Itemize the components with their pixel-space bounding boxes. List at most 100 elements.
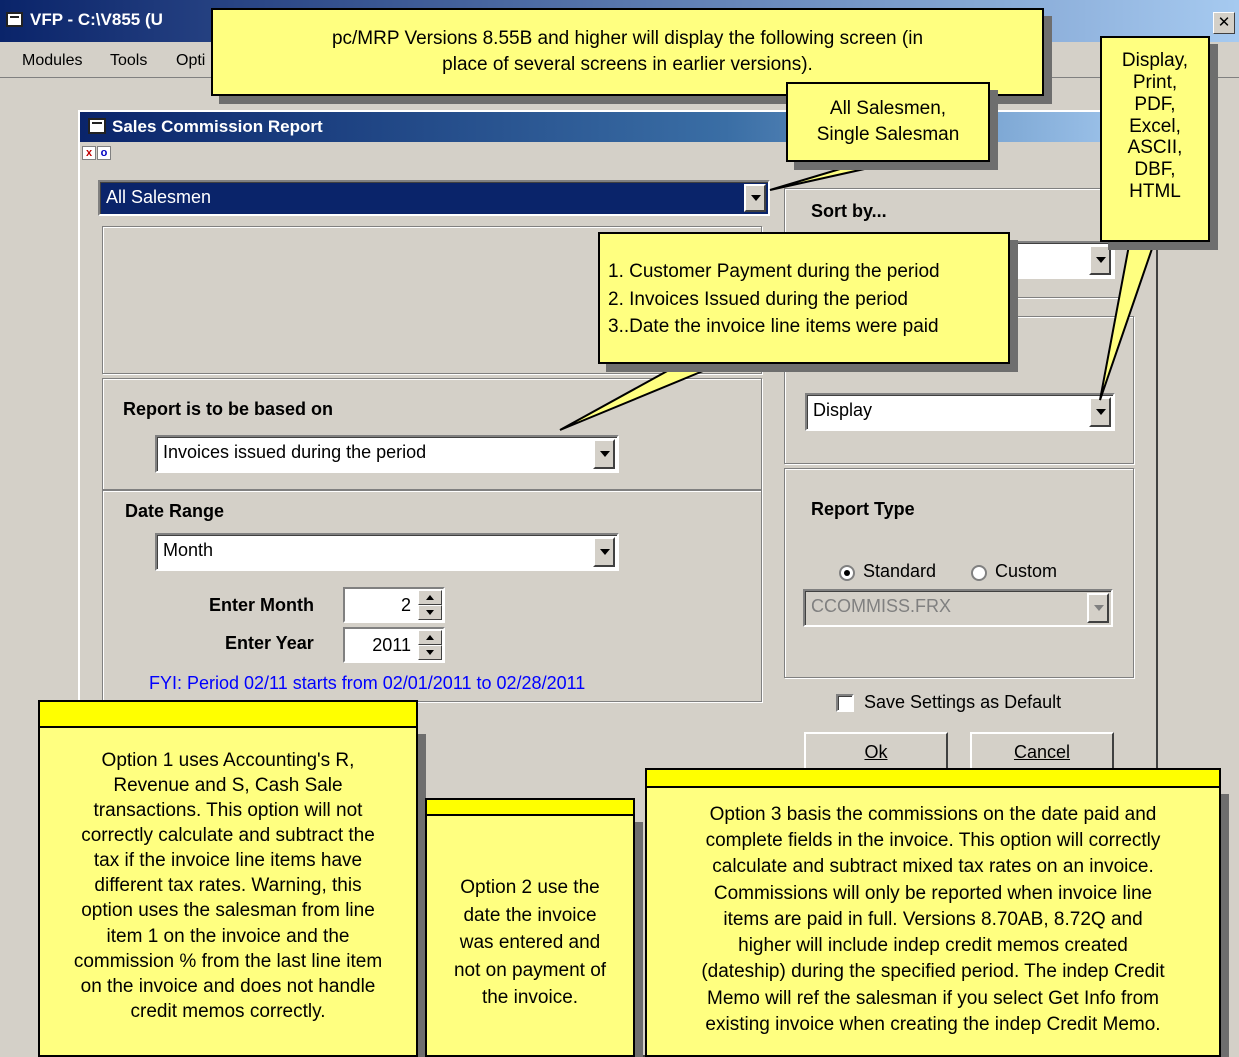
basis-callout-line3: 3..Date the invoice line items were paid [608, 316, 939, 338]
based-on-label: Report is to be based on [123, 399, 334, 419]
based-on-select-value: Invoices issued during the period [163, 442, 427, 462]
option2-callout: Option 2 use the date the invoice was en… [425, 814, 635, 1057]
month-value: 2 [400, 595, 411, 615]
option2-line: date the invoice [463, 904, 597, 926]
ok-button-label: Ok [864, 742, 888, 762]
date-range-select[interactable]: Month [155, 533, 619, 571]
chevron-down-icon[interactable] [1089, 397, 1111, 427]
output-select-value: Display [813, 400, 873, 420]
salesman-select-value: All Salesmen [106, 187, 212, 207]
output-option-display: Display, [1121, 50, 1189, 71]
custom-label[interactable]: Custom [995, 561, 1057, 582]
frx-select-value: CCOMMISS.FRX [811, 596, 952, 616]
option2-line: not on payment of [453, 959, 607, 981]
spin-down-icon[interactable] [418, 605, 442, 620]
sort-label: Sort by... [811, 201, 887, 221]
option1-line: item 1 on the invoice and the [106, 925, 350, 947]
option3-line: (dateship) during the specified period. … [701, 961, 1165, 983]
option3-line: complete fields in the invoice. This opt… [705, 830, 1161, 852]
option2-line: was entered and [459, 932, 601, 954]
based-on-panel: Report is to be based on Invoices issued… [102, 378, 762, 490]
option3-line: Memo will ref the salesman if you select… [707, 987, 1159, 1009]
save-default-label[interactable]: Save Settings as Default [864, 692, 1061, 713]
salesmen-callout-line2: Single Salesman [816, 123, 960, 145]
date-range-panel: Date Range Month Enter Month 2 Enter Yea… [102, 490, 762, 702]
option3-line: items are paid in full. Versions 8.70AB,… [723, 908, 1143, 930]
output-option-html: HTML [1129, 181, 1181, 203]
output-option-print: Print, [1132, 71, 1178, 93]
option1-line: Option 1 uses Accounting's R, [101, 750, 355, 771]
output-select[interactable]: Display [805, 393, 1115, 431]
close-mini-button[interactable]: x [82, 146, 96, 160]
option3-callout: Option 3 basis the commissions on the da… [645, 786, 1221, 1057]
chevron-down-icon[interactable] [593, 537, 615, 567]
chevron-down-icon[interactable] [1089, 245, 1111, 275]
enter-year-label: Enter Year [225, 633, 314, 653]
save-default-checkbox[interactable] [836, 694, 854, 712]
date-range-select-value: Month [163, 540, 214, 560]
menu-options[interactable]: Opti [176, 52, 205, 70]
custom-radio[interactable] [971, 565, 987, 581]
spin-up-icon[interactable] [418, 590, 442, 605]
versions-callout-line1: pc/MRP Versions 8.55B and higher will di… [331, 28, 924, 49]
dialog-title: Sales Commission Report [112, 117, 323, 136]
option3-line: Option 3 basis the commissions on the da… [709, 804, 1157, 825]
option3-line: Commissions will only be reported when i… [713, 882, 1153, 904]
salesmen-callout: All Salesmen, Single Salesman [786, 82, 990, 162]
app-close-icon[interactable]: ✕ [1213, 12, 1235, 34]
standard-radio[interactable] [839, 565, 855, 581]
year-spinner[interactable]: 2011 [343, 627, 445, 663]
salesman-select[interactable]: All Salesmen [98, 180, 770, 216]
month-spinner[interactable]: 2 [343, 587, 445, 623]
option1-line: commission % from the last line item [73, 950, 383, 972]
enter-month-label: Enter Month [209, 595, 314, 615]
option1-line: on the invoice and does not handle [80, 975, 376, 997]
option2-line: the invoice. [481, 987, 579, 1009]
basis-callout-line2: 2. Invoices Issued during the period [608, 288, 908, 310]
spin-up-icon[interactable] [418, 630, 442, 645]
frx-select: CCOMMISS.FRX [803, 589, 1113, 627]
fyi-period-text: FYI: Period 02/11 starts from 02/01/2011… [149, 673, 586, 693]
app-window-icon [6, 12, 23, 27]
output-option-pdf: PDF, [1134, 93, 1176, 115]
option1-line: Revenue and S, Cash Sale [113, 775, 343, 797]
option1-line: correctly calculate and subtract the [81, 825, 375, 847]
date-range-label: Date Range [125, 501, 225, 521]
chevron-down-icon [1087, 593, 1109, 623]
report-type-label: Report Type [811, 499, 915, 519]
option1-callout-bar [38, 700, 418, 728]
report-type-panel: Report Type Standard Custom CCOMMISS.FRX [784, 468, 1134, 678]
option3-line: calculate and subtract mixed tax rates o… [712, 856, 1154, 878]
option1-line: credit memos correctly. [130, 1000, 326, 1022]
option1-callout: Option 1 uses Accounting's R, Revenue an… [38, 726, 418, 1057]
restore-mini-button[interactable]: o [97, 146, 111, 160]
option1-line: tax if the invoice line items have [93, 850, 363, 872]
based-on-select[interactable]: Invoices issued during the period [155, 435, 619, 473]
output-option-ascii: ASCII, [1127, 137, 1183, 159]
option2-line: Option 2 use the [460, 877, 600, 898]
menu-tools[interactable]: Tools [110, 52, 147, 70]
output-option-dbf: DBF, [1134, 159, 1176, 181]
versions-callout-line2: place of several screens in earlier vers… [442, 53, 813, 75]
option3-line: higher will include indep credit memos c… [738, 935, 1128, 957]
output-options-callout: Display, Print, PDF, Excel, ASCII, DBF, … [1100, 36, 1210, 242]
basis-callout-line1: 1. Customer Payment during the period [608, 261, 940, 282]
option3-line: existing invoice when creating the indep… [705, 1013, 1161, 1035]
salesmen-callout-line1: All Salesmen, [829, 98, 947, 119]
menu-modules[interactable]: Modules [22, 52, 82, 70]
app-title: VFP - C:\V855 (U [30, 10, 163, 29]
output-option-excel: Excel, [1129, 115, 1181, 137]
chevron-down-icon[interactable] [744, 184, 766, 212]
chevron-down-icon[interactable] [593, 439, 615, 469]
option1-line: option uses the salesman from line [81, 900, 375, 922]
dialog-titlebar: Sales Commission Report [80, 112, 1156, 142]
basis-callout: 1. Customer Payment during the period 2.… [598, 232, 1010, 364]
year-value: 2011 [372, 635, 411, 655]
option1-line: transactions. This option will not [93, 800, 363, 822]
dialog-window-icon [88, 118, 106, 134]
cancel-button-label: Cancel [1013, 742, 1071, 762]
spin-down-icon[interactable] [418, 645, 442, 660]
option3-callout-bar [645, 768, 1221, 788]
standard-label[interactable]: Standard [863, 561, 936, 582]
option1-line: different tax rates. Warning, this [94, 875, 362, 897]
